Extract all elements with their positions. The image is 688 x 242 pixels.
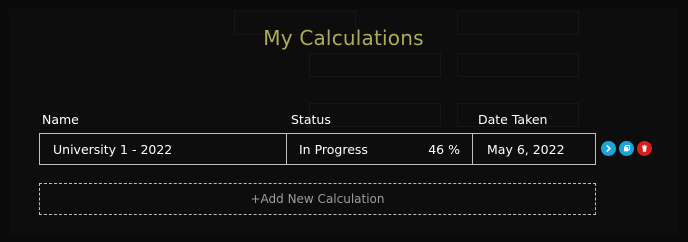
copy-icon <box>623 144 630 152</box>
open-button[interactable] <box>601 141 616 156</box>
chevron-right-icon <box>606 144 611 153</box>
row-actions <box>601 141 652 156</box>
delete-button[interactable] <box>637 141 652 156</box>
column-header-date: Date Taken <box>478 112 548 127</box>
column-header-status: Status <box>291 112 331 127</box>
date-taken: May 6, 2022 <box>487 141 565 157</box>
app-frame: My Calculations Name Status Date Taken U… <box>0 0 688 242</box>
status-text: In Progress <box>299 141 368 157</box>
status-cell: In Progress 46 % <box>287 134 473 164</box>
trash-icon <box>641 144 648 152</box>
calculation-name: University 1 - 2022 <box>40 134 287 164</box>
progress-percent: 46 % <box>428 141 460 157</box>
copy-button[interactable] <box>619 141 634 156</box>
page-title: My Calculations <box>263 26 424 50</box>
table-row[interactable]: University 1 - 2022 In Progress 46 % May… <box>39 133 596 165</box>
column-header-name: Name <box>42 112 79 127</box>
background-field <box>457 53 579 77</box>
calculations-panel: My Calculations Name Status Date Taken U… <box>9 9 678 235</box>
background-field <box>309 53 441 77</box>
add-new-calculation-button[interactable]: +Add New Calculation <box>39 183 596 215</box>
